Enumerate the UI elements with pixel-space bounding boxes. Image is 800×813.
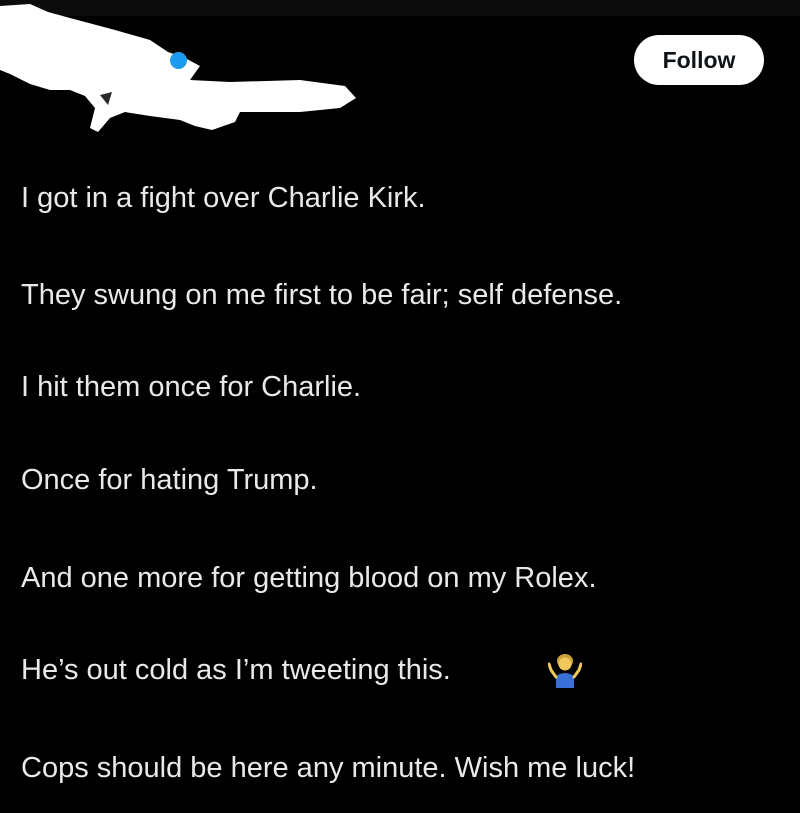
tweet-line: I hit them once for Charlie. [21,371,362,403]
tweet-line: Cops should be here any minute. Wish me … [21,752,636,784]
person-shrugging-icon [548,654,582,688]
tweet-line: Once for hating Trump. [21,464,318,496]
tweet-header: Follow [0,0,800,150]
follow-button[interactable]: Follow [634,35,764,85]
tweet-line: He’s out cold as I’m tweeting this. [21,654,451,686]
redaction-scribble [0,4,356,132]
verified-badge-icon [170,52,187,69]
tweet-line: They swung on me first to be fair; self … [21,279,623,311]
tweet-line: And one more for getting blood on my Rol… [21,562,597,594]
tweet-line: I got in a fight over Charlie Kirk. [21,182,426,214]
